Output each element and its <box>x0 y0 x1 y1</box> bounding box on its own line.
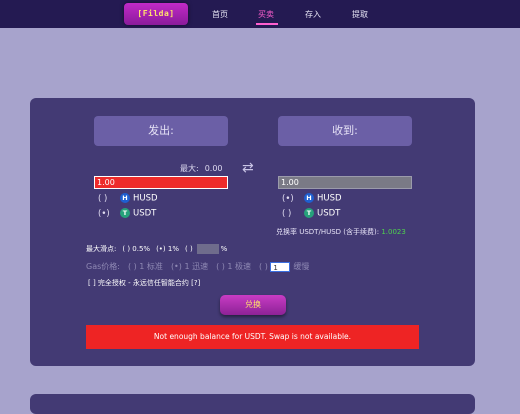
token-symbol: USDT <box>133 208 157 219</box>
slippage-unit: % <box>220 245 228 253</box>
usdt-coin-icon: T <box>120 208 130 218</box>
slippage-option-1[interactable]: (•) 1% <box>156 245 179 253</box>
slippage-row: 最大滑点: ( ) 0.5% (•) 1% ( )% <box>86 244 227 255</box>
slippage-option-0.5[interactable]: ( ) 0.5% <box>122 245 150 253</box>
nav-item-deposit[interactable]: 存入 <box>305 9 321 20</box>
gas-option-standard[interactable]: ( ) 1 标准 <box>128 262 163 271</box>
from-token-husd[interactable]: ( ) H HUSD <box>98 193 158 204</box>
gas-label: Gas价格: <box>86 262 120 271</box>
swap-direction-icon[interactable]: ⇄ <box>242 160 254 176</box>
to-token-usdt[interactable]: ( ) T USDT <box>282 208 340 219</box>
nav-item-trade[interactable]: 买卖 <box>258 9 274 20</box>
from-header: 发出: <box>94 116 228 146</box>
gas-option-instant[interactable]: ( ) 1 极速 <box>216 262 251 271</box>
nav-item-withdraw[interactable]: 提取 <box>352 9 368 20</box>
slippage-custom-input[interactable] <box>196 244 219 254</box>
rate-label: 兑换率 USDT/HUSD <box>276 228 342 236</box>
rate-value: 1.0023 <box>381 228 406 236</box>
from-amount-input[interactable]: 1.00 <box>94 176 228 189</box>
from-token-usdt[interactable]: (•) T USDT <box>98 208 156 219</box>
rate-fee-label: (含手续费): <box>343 228 380 236</box>
logo-button[interactable]: [Filda] <box>124 3 188 25</box>
token-symbol: HUSD <box>317 193 342 204</box>
husd-coin-icon: H <box>120 193 130 203</box>
token-symbol: HUSD <box>133 193 158 204</box>
lower-panel <box>30 394 475 414</box>
gas-option-fast[interactable]: (•) 1 迅速 <box>171 262 208 271</box>
exchange-rate: 兑换率 USDT/HUSD (含手续费): 1.0023 <box>276 227 406 237</box>
gas-custom-input[interactable]: 1 <box>270 261 291 272</box>
full-approval-checkbox[interactable]: [ ] 完全授权 - 永远信任智能合约 [?] <box>88 278 200 288</box>
to-token-husd[interactable]: (•) H HUSD <box>282 193 342 204</box>
gas-option-custom[interactable]: ( ) <box>259 262 268 271</box>
max-balance: 最大: 0.00 <box>180 163 223 174</box>
nav-active-indicator <box>256 23 278 25</box>
swap-panel: 发出: 收到: 最大: 0.00 ⇄ 1.00 1.00 ( ) H HUSD (•)… <box>30 98 475 366</box>
slippage-option-custom[interactable]: ( ) <box>185 245 193 253</box>
swap-button[interactable]: 兑换 <box>220 295 286 315</box>
radio-button[interactable]: (•) <box>282 194 304 205</box>
nav-item-home[interactable]: 首页 <box>212 9 228 20</box>
max-label: 最大: <box>180 164 199 173</box>
error-message: Not enough balance for USDT. Swap is not… <box>86 325 419 349</box>
slippage-label: 最大滑点: <box>86 245 117 253</box>
token-symbol: USDT <box>317 208 341 219</box>
gas-custom-suffix: 缓慢 <box>293 262 310 271</box>
to-header: 收到: <box>278 116 412 146</box>
husd-coin-icon: H <box>304 193 314 203</box>
gas-row: Gas价格: ( ) 1 标准 (•) 1 迅速 ( ) 1 极速 ( ) 1 缓慢 <box>86 261 309 273</box>
radio-button[interactable]: (•) <box>98 209 120 220</box>
max-value[interactable]: 0.00 <box>205 164 223 173</box>
usdt-coin-icon: T <box>304 208 314 218</box>
radio-button[interactable]: ( ) <box>282 209 304 220</box>
top-nav: [Filda] 首页 买卖 存入 提取 <box>0 0 520 28</box>
radio-button[interactable]: ( ) <box>98 194 120 205</box>
to-amount-input[interactable]: 1.00 <box>278 176 412 189</box>
